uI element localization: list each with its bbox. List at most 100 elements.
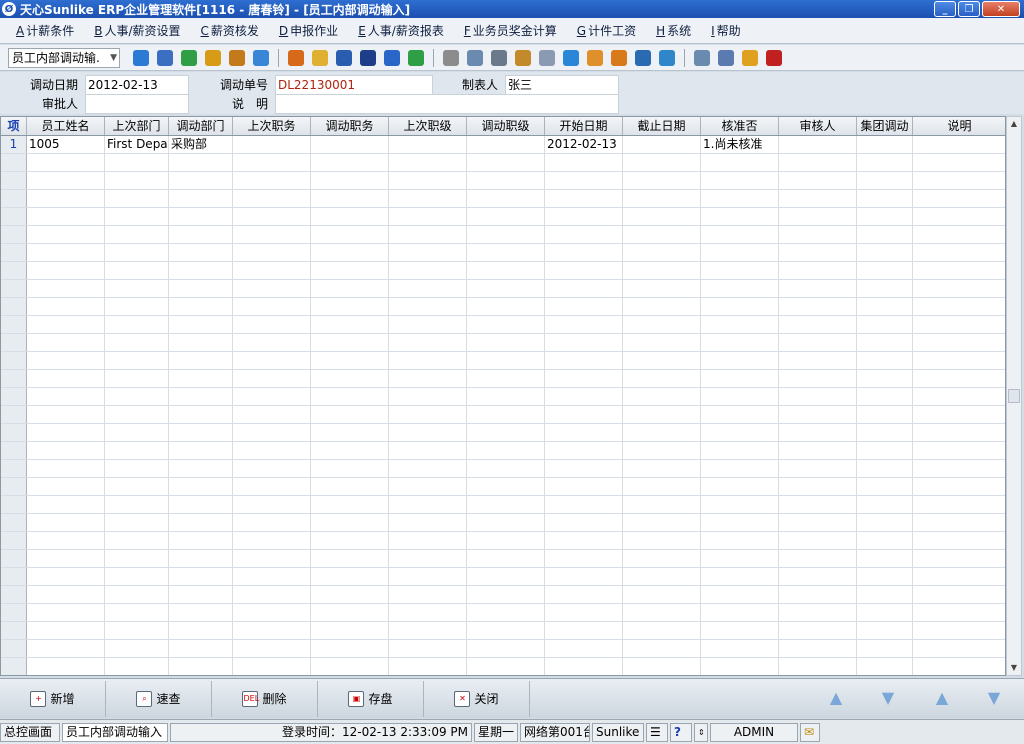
- save-button[interactable]: ▣ 存盘: [318, 680, 424, 717]
- table-cell[interactable]: [467, 172, 545, 189]
- table-cell[interactable]: [545, 424, 623, 441]
- table-cell[interactable]: [311, 388, 389, 405]
- table-cell[interactable]: [233, 586, 311, 603]
- table-cell[interactable]: [913, 352, 1005, 369]
- table-cell[interactable]: [105, 550, 169, 567]
- table-cell[interactable]: [623, 154, 701, 171]
- table-cell[interactable]: [311, 460, 389, 477]
- table-cell[interactable]: [233, 244, 311, 261]
- table-cell[interactable]: [169, 622, 233, 639]
- table-row[interactable]: [1, 316, 1005, 334]
- table-cell[interactable]: [545, 496, 623, 513]
- table-cell[interactable]: [701, 442, 779, 459]
- table-cell[interactable]: [857, 154, 913, 171]
- table-cell[interactable]: [105, 352, 169, 369]
- table-cell[interactable]: [545, 406, 623, 423]
- column-header[interactable]: 开始日期: [545, 117, 623, 135]
- table-cell[interactable]: [169, 154, 233, 171]
- table-cell[interactable]: [389, 208, 467, 225]
- chart-icon[interactable]: [464, 47, 486, 69]
- table-cell[interactable]: [857, 406, 913, 423]
- table-cell[interactable]: [27, 244, 105, 261]
- table-cell[interactable]: [311, 208, 389, 225]
- table-cell[interactable]: [311, 406, 389, 423]
- table-cell[interactable]: [913, 460, 1005, 477]
- table-cell[interactable]: [701, 226, 779, 243]
- table-cell[interactable]: [27, 154, 105, 171]
- table-cell[interactable]: [701, 190, 779, 207]
- table-cell[interactable]: [311, 262, 389, 279]
- table-cell[interactable]: [857, 622, 913, 639]
- table-cell[interactable]: [545, 298, 623, 315]
- table-cell[interactable]: [701, 496, 779, 513]
- table-cell[interactable]: [545, 478, 623, 495]
- menu-item-c[interactable]: C 薪资核发: [191, 20, 269, 42]
- table-cell[interactable]: [467, 550, 545, 567]
- table-row[interactable]: [1, 244, 1005, 262]
- table-cell[interactable]: [169, 352, 233, 369]
- table-cell[interactable]: [545, 622, 623, 639]
- book-icon[interactable]: [333, 47, 355, 69]
- table-cell[interactable]: [105, 244, 169, 261]
- table-cell[interactable]: [545, 244, 623, 261]
- table-cell[interactable]: [311, 640, 389, 657]
- column-header[interactable]: 上次职级: [389, 117, 467, 135]
- table-cell[interactable]: [311, 316, 389, 333]
- table-cell[interactable]: [389, 388, 467, 405]
- phone-icon[interactable]: [178, 47, 200, 69]
- home-tab[interactable]: 总控画面: [0, 722, 60, 742]
- table-cell[interactable]: [467, 208, 545, 225]
- table-cell[interactable]: [913, 622, 1005, 639]
- table-cell[interactable]: [233, 640, 311, 657]
- table-cell[interactable]: [27, 460, 105, 477]
- table-cell[interactable]: [467, 586, 545, 603]
- table-cell[interactable]: [467, 640, 545, 657]
- monitor-icon[interactable]: [632, 47, 654, 69]
- table-cell[interactable]: [311, 568, 389, 585]
- table-cell[interactable]: [27, 388, 105, 405]
- table-cell[interactable]: [389, 226, 467, 243]
- table-cell[interactable]: 1.尚未核准: [701, 136, 779, 153]
- table-cell[interactable]: [105, 208, 169, 225]
- menu-item-i[interactable]: I 帮助: [701, 20, 751, 42]
- table-cell[interactable]: [623, 640, 701, 657]
- table-cell[interactable]: [27, 298, 105, 315]
- table-cell[interactable]: [623, 190, 701, 207]
- table-cell[interactable]: [233, 154, 311, 171]
- table-cell[interactable]: [105, 190, 169, 207]
- table-row[interactable]: [1, 658, 1005, 675]
- table-cell[interactable]: [233, 532, 311, 549]
- column-header[interactable]: 调动职级: [467, 117, 545, 135]
- table-cell[interactable]: [779, 478, 857, 495]
- table-cell[interactable]: [545, 316, 623, 333]
- table-row[interactable]: [1, 154, 1005, 172]
- table-cell[interactable]: [389, 550, 467, 567]
- table-cell[interactable]: [913, 568, 1005, 585]
- table-cell[interactable]: [169, 640, 233, 657]
- table-cell[interactable]: 2012-02-13: [545, 136, 623, 153]
- menu-item-h[interactable]: H 系统: [646, 20, 701, 42]
- table-cell[interactable]: [913, 604, 1005, 621]
- window-icon[interactable]: [691, 47, 713, 69]
- table-cell[interactable]: [311, 172, 389, 189]
- prev-record-button[interactable]: ▲: [824, 688, 848, 708]
- table-cell[interactable]: [701, 316, 779, 333]
- table-cell[interactable]: [857, 568, 913, 585]
- table-cell[interactable]: [169, 514, 233, 531]
- column-header[interactable]: 审核人: [779, 117, 857, 135]
- table-cell[interactable]: [105, 586, 169, 603]
- table-cell[interactable]: [857, 262, 913, 279]
- table-row[interactable]: [1, 172, 1005, 190]
- table-cell[interactable]: [169, 406, 233, 423]
- table-cell[interactable]: [27, 586, 105, 603]
- table-cell[interactable]: [169, 478, 233, 495]
- table-cell[interactable]: [779, 136, 857, 153]
- table-cell[interactable]: [913, 316, 1005, 333]
- table-cell[interactable]: [467, 406, 545, 423]
- table-cell[interactable]: [389, 370, 467, 387]
- table-cell[interactable]: [857, 244, 913, 261]
- table-cell[interactable]: [467, 280, 545, 297]
- table-cell[interactable]: [105, 622, 169, 639]
- table-cell[interactable]: [779, 568, 857, 585]
- table-cell[interactable]: [169, 334, 233, 351]
